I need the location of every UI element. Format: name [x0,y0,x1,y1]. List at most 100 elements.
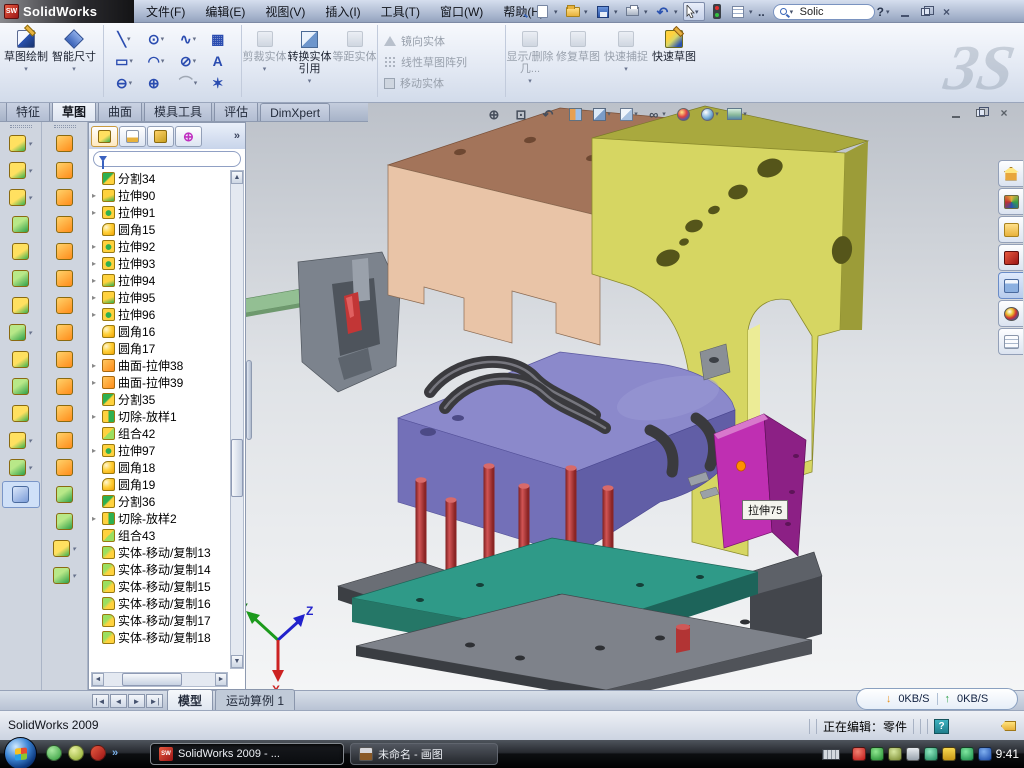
doc-restore-button[interactable] [970,105,990,121]
save-icon[interactable] [593,2,612,21]
open-icon[interactable] [563,2,582,21]
tree-item[interactable]: ▸ 圆角16 [91,323,228,340]
insert-mold-folders-icon[interactable]: ▾ [46,562,84,589]
print-caret-icon[interactable]: ▾ [644,8,651,16]
toolbar-grip[interactable] [10,125,32,128]
new-document-icon[interactable] [533,2,552,21]
sketch-entity-icon[interactable]: ∿▾ [172,28,204,50]
firewall-tray-icon[interactable] [960,747,974,761]
tree-filter-box[interactable] [93,151,241,167]
expand-arrow-icon[interactable]: ▸ [92,378,101,387]
doc-minimize-button[interactable] [946,105,966,121]
expand-arrow-icon[interactable]: ▸ [92,412,101,421]
options-icon[interactable] [728,2,747,21]
tree-item[interactable]: ▸ 切除-放样1 [91,408,228,425]
dimxpert-manager-tab[interactable]: ⊕ [175,126,202,147]
instant3d-icon[interactable]: ▾ [2,481,40,508]
offset-surface-icon[interactable]: ▾ [46,157,84,184]
edit-appearance-icon[interactable]: ▾ [671,105,695,123]
sketch-entity-icon[interactable]: ⊕▾ [140,72,172,94]
sketch-entity-icon[interactable]: ▭▾ [108,50,140,72]
network-tray-icon[interactable] [924,747,938,761]
smart-dimension-button[interactable]: 智能尺寸 ▾ [50,25,98,76]
command-tab[interactable]: 评估 [214,100,258,121]
section-view-icon[interactable]: ▾ [563,105,587,123]
property-manager-tab[interactable] [119,126,146,147]
media-quick-launch-icon[interactable] [68,745,84,761]
help-caret-icon[interactable]: ▾ [886,8,893,16]
doc-close-button[interactable]: × [994,105,1014,121]
custom-properties-icon[interactable] [998,328,1023,355]
menu-item[interactable]: 文件(F) [146,3,185,20]
scroll-right-icon[interactable]: ► [215,673,227,686]
taskbar-task-solidworks[interactable]: SW SolidWorks 2009 - ... [150,743,344,765]
convert-entities-button[interactable]: 转换实体引用 ▾ [287,25,332,88]
sketch-caret-icon[interactable]: ▾ [24,64,28,76]
sketch-button[interactable]: 草图绘制 ▾ [2,25,50,76]
view-orientation-icon[interactable]: ▾ [590,105,614,123]
menu-item[interactable]: 插入(I) [325,3,360,20]
rib-icon[interactable]: ▾ [2,265,40,292]
menu-item[interactable]: 工具(T) [381,3,420,20]
menu-item[interactable]: 窗口(W) [440,3,483,20]
tree-item[interactable]: ▸ 拉伸97 [91,442,228,459]
reference-geometry-icon[interactable]: ▾ [2,427,40,454]
appearances-icon[interactable] [998,300,1023,327]
feature-manager-tab[interactable] [91,126,118,147]
tree-item[interactable]: ▸ 拉伸95 [91,289,228,306]
search-box[interactable]: ▾ Solic [773,4,875,20]
zoom-to-area-icon[interactable]: ⊡ ▾ [509,105,533,123]
expand-arrow-icon[interactable]: ▸ [92,361,101,370]
save-caret-icon[interactable]: ▾ [614,8,621,16]
toolbar-grip[interactable] [54,125,76,128]
tree-item[interactable]: ▸ 实体-移动/复制17 [91,612,228,629]
restore-button[interactable] [916,4,935,20]
document-tab[interactable]: 模型 [167,689,213,710]
linear-pattern-icon[interactable]: ▾ [2,319,40,346]
sketch-entity-icon[interactable]: ⊙▾ [140,28,172,50]
security-alert-tray-icon[interactable] [852,747,866,761]
expand-arrow-icon[interactable]: ▸ [92,514,101,523]
display-style-icon[interactable]: ▾ [617,105,641,123]
split-icon[interactable]: ▾ [2,373,40,400]
tree-horizontal-scrollbar[interactable]: ◄ ► [91,672,228,687]
tree-vertical-scrollbar[interactable]: ▲ ▼ [230,170,244,669]
wrap-icon[interactable]: ▾ [2,292,40,319]
extruded-cut-icon[interactable]: ▾ [2,157,40,184]
select-tool[interactable]: ▾ [683,2,705,21]
horizontal-scroll-thumb[interactable] [122,673,182,686]
search-input[interactable]: Solic [800,6,824,18]
hide-show-items-icon[interactable]: ∞ ▾ [644,105,668,123]
view-palette-icon[interactable] [998,272,1023,299]
tooling-split-icon[interactable]: ▾ [46,508,84,535]
tree-item[interactable]: ▸ 实体-移动/复制18 [91,629,228,646]
previous-view-icon[interactable]: ↶ ▾ [536,105,560,123]
design-library-icon[interactable] [998,188,1023,215]
undercut-analysis-icon[interactable]: ▾ [46,400,84,427]
smart-dimension-caret-icon[interactable]: ▾ [72,64,76,76]
tree-item[interactable]: ▸ 曲面-拉伸38 [91,357,228,374]
sketch-entity-icon[interactable]: ⌒▾ [172,72,204,94]
fillet-icon[interactable]: ▾ [2,184,40,211]
vcr-button[interactable]: |◄ [92,694,109,708]
open-caret-icon[interactable]: ▾ [584,8,591,16]
expand-arrow-icon[interactable]: ▸ [92,259,101,268]
combine-icon[interactable]: ▾ [2,346,40,373]
new-caret-icon[interactable]: ▾ [554,8,561,16]
draft-analysis-icon[interactable]: ▾ [46,373,84,400]
scroll-left-icon[interactable]: ◄ [92,673,104,686]
filled-surface-icon[interactable]: ▾ [46,211,84,238]
help-icon[interactable]: ? [877,5,884,19]
net-speed-widget[interactable]: ↓ 0KB/S ↑ 0KB/S [856,688,1018,710]
tree-item[interactable]: ▸ 圆角15 [91,221,228,238]
messenger-quick-launch-icon[interactable] [46,745,62,761]
options-caret-icon[interactable]: ▾ [749,8,756,16]
tree-item[interactable]: ▸ 实体-移动/复制13 [91,544,228,561]
expand-arrow-icon[interactable]: ▸ [92,242,101,251]
volume-tray-icon[interactable] [906,747,920,761]
radiate-surface-icon[interactable]: ▾ [46,238,84,265]
expand-arrow-icon[interactable]: ▸ [92,276,101,285]
sketch-entity-icon[interactable]: ✶▾ [204,72,236,94]
sketch-entity-icon[interactable]: ⊖▾ [108,72,140,94]
tree-item[interactable]: ▸ 分割35 [91,391,228,408]
